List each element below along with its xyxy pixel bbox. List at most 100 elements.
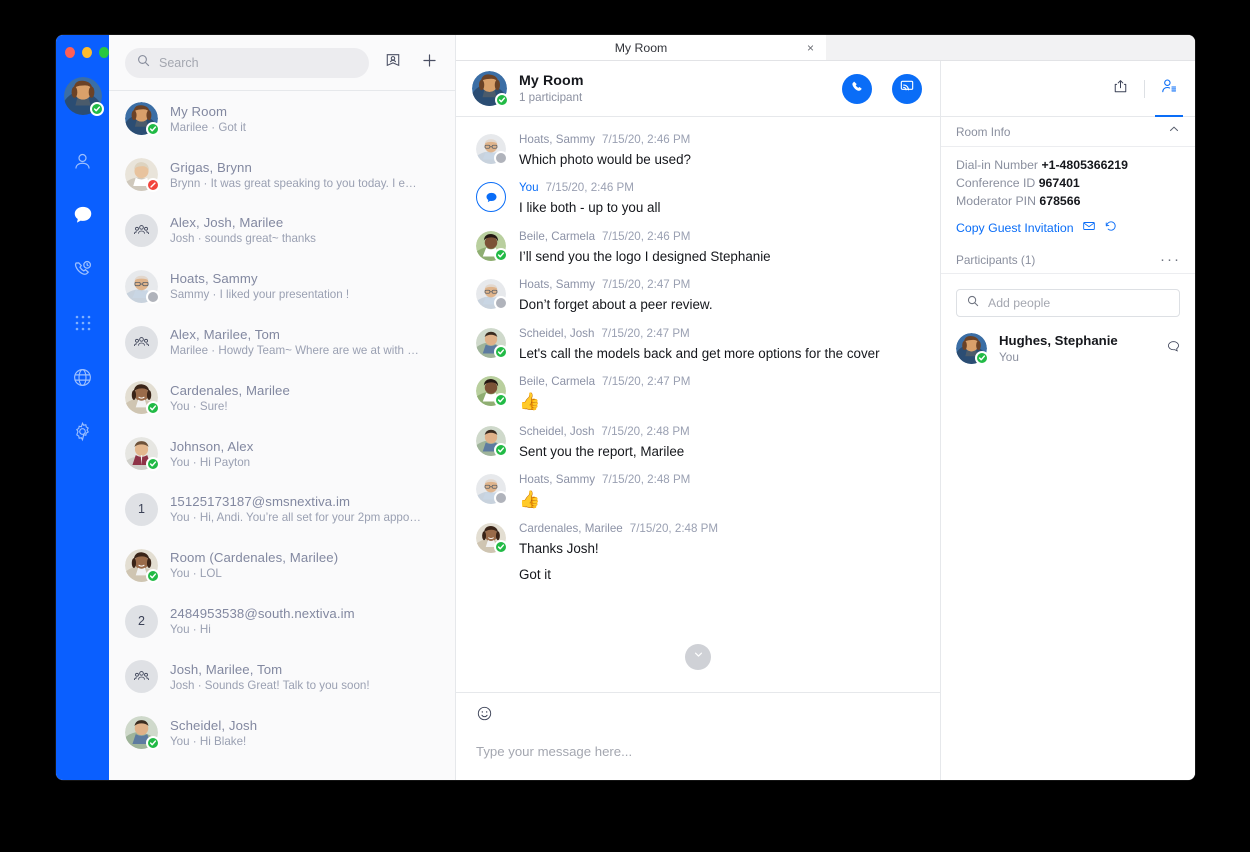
message-time: 7/15/20, 2:46 PM bbox=[602, 229, 691, 243]
list-item-title: Josh, Marilee, Tom bbox=[170, 661, 283, 677]
participant-text: Hughes, Stephanie You bbox=[999, 333, 1118, 364]
sidebar-item-dialpad[interactable] bbox=[63, 307, 103, 339]
new-conversation-button[interactable] bbox=[417, 51, 441, 75]
message-text: I like both - up to you all bbox=[519, 200, 661, 216]
message-time: 7/15/20, 2:48 PM bbox=[601, 424, 690, 438]
participants-list-icon bbox=[1160, 77, 1178, 100]
scroll-to-bottom-button[interactable] bbox=[685, 644, 711, 670]
list-item-title: My Room bbox=[170, 103, 228, 119]
start-call-button[interactable] bbox=[842, 73, 872, 104]
sidebar-item-chat[interactable] bbox=[63, 199, 103, 231]
search-input[interactable] bbox=[159, 55, 357, 70]
sidebar-item-settings[interactable] bbox=[63, 415, 103, 447]
chevron-up-icon[interactable] bbox=[1167, 122, 1181, 141]
room-info-row: Moderator PIN 678566 bbox=[956, 194, 1180, 208]
message-body: Hoats, Sammy 7/15/20, 2:47 PM Don’t forge… bbox=[519, 278, 922, 314]
tab-bar-empty bbox=[826, 35, 1195, 60]
room-info-rows: Dial-in Number +1-4805366219 Conference I… bbox=[956, 158, 1180, 208]
message-author: Scheidel, Josh bbox=[519, 326, 595, 340]
message-time: 7/15/20, 2:48 PM bbox=[602, 473, 691, 487]
add-people-input[interactable] bbox=[988, 296, 1169, 310]
minimize-window-button[interactable] bbox=[82, 47, 92, 58]
chat-avatar bbox=[472, 71, 509, 107]
status-badge-available bbox=[975, 351, 989, 365]
list-item[interactable]: Grigas, Brynn Brynn · It was great speak… bbox=[109, 147, 455, 203]
copy-guest-invitation[interactable]: Copy Guest Invitation bbox=[956, 219, 1180, 236]
list-item-title: Alex, Marilee, Tom bbox=[170, 327, 281, 343]
participants-overflow-button[interactable]: ··· bbox=[1160, 252, 1181, 267]
message-list[interactable]: Hoats, Sammy 7/15/20, 2:46 PM Which photo… bbox=[456, 117, 940, 692]
plus-icon bbox=[421, 52, 438, 74]
person-icon bbox=[72, 151, 93, 172]
avatar bbox=[125, 716, 160, 751]
list-item-subtitle: You · Hi, Andi. You’re all set for your … bbox=[170, 511, 421, 525]
list-item-text: Alex, Josh, Marilee Josh · sounds great~… bbox=[170, 215, 443, 245]
message-input[interactable] bbox=[476, 744, 922, 759]
list-item-subtitle: You · LOL bbox=[170, 567, 222, 581]
search-box[interactable] bbox=[125, 47, 369, 78]
message-meta: Hoats, Sammy 7/15/20, 2:48 PM bbox=[519, 473, 922, 486]
message-time: 7/15/20, 2:47 PM bbox=[602, 278, 691, 292]
list-item[interactable]: 2 2484953538@south.nextiva.im You · Hi bbox=[109, 593, 455, 649]
room-panel-toolbar bbox=[941, 61, 1195, 117]
list-item-title: Grigas, Brynn bbox=[170, 159, 252, 175]
list-item[interactable]: Alex, Josh, Marilee Josh · sounds great~… bbox=[109, 203, 455, 259]
room-info-header[interactable]: Room Info bbox=[941, 117, 1195, 147]
participant-role: You bbox=[999, 350, 1019, 364]
message-time: 7/15/20, 2:48 PM bbox=[629, 522, 719, 536]
list-item-subtitle: Josh · sounds great~ thanks bbox=[170, 232, 316, 246]
message: Cardenales, Marilee 7/15/20, 2:48 PM Than… bbox=[456, 516, 940, 590]
status-badge-available bbox=[146, 568, 160, 583]
add-people-box[interactable] bbox=[956, 289, 1180, 317]
list-item-subtitle: Marilee · Howdy Team~ Where are we at wi… bbox=[170, 344, 419, 358]
list-item[interactable]: Johnson, Alex You · Hi Payton bbox=[109, 426, 455, 482]
user-avatar[interactable] bbox=[63, 77, 104, 116]
list-item[interactable]: My Room Marilee · Got it bbox=[109, 91, 455, 147]
share-button[interactable] bbox=[1108, 77, 1132, 101]
reset-icon[interactable] bbox=[1104, 219, 1118, 236]
message-body: Scheidel, Josh 7/15/20, 2:47 PM Let's cal… bbox=[519, 327, 922, 363]
list-item[interactable]: Alex, Marilee, Tom Marilee · Howdy Team~… bbox=[109, 314, 455, 370]
chat-bubble-outline-icon[interactable] bbox=[1166, 339, 1181, 359]
conversation-list[interactable]: My Room Marilee · Got it Grigas, Brynn B… bbox=[109, 90, 455, 780]
message-composer bbox=[456, 692, 940, 780]
emoji-smiley-icon[interactable] bbox=[476, 705, 493, 727]
message-author: Cardenales, Marilee bbox=[519, 522, 623, 536]
sidebar-item-calls[interactable] bbox=[63, 253, 103, 285]
message-body: Scheidel, Josh 7/15/20, 2:48 PM Sent you … bbox=[519, 425, 922, 461]
close-icon[interactable]: × bbox=[807, 42, 814, 54]
list-item[interactable]: Hoats, Sammy Sammy · I liked your presen… bbox=[109, 258, 455, 314]
status-badge-available bbox=[494, 247, 508, 262]
message-time: 7/15/20, 2:47 PM bbox=[602, 375, 691, 389]
message: Hoats, Sammy 7/15/20, 2:47 PM Don’t forge… bbox=[456, 272, 940, 320]
list-item[interactable]: Cardenales, Marilee You · Sure! bbox=[109, 370, 455, 426]
page-title: My Room bbox=[519, 73, 584, 89]
envelope-icon[interactable] bbox=[1082, 219, 1096, 236]
sidebar-item-contacts[interactable] bbox=[63, 145, 103, 177]
room-info-title: Room Info bbox=[956, 124, 1011, 139]
status-badge-available bbox=[494, 393, 508, 408]
avatar bbox=[125, 548, 160, 583]
globe-icon bbox=[72, 367, 93, 388]
list-item[interactable]: 1 15125173187@smsnextiva.im You · Hi, An… bbox=[109, 482, 455, 538]
list-item[interactable]: Josh, Marilee, Tom Josh · Sounds Great! … bbox=[109, 649, 455, 705]
participant-name: Hughes, Stephanie bbox=[999, 333, 1118, 348]
close-window-button[interactable] bbox=[65, 47, 75, 58]
list-item[interactable]: Room (Cardenales, Marilee) You · LOL bbox=[109, 537, 455, 593]
participant-row[interactable]: Hughes, Stephanie You bbox=[941, 333, 1195, 365]
status-badge-available bbox=[494, 540, 508, 555]
list-item[interactable]: Scheidel, Josh You · Hi Blake! bbox=[109, 705, 455, 761]
message-text: I’ll send you the logo I designed Stepha… bbox=[519, 248, 771, 264]
message-avatar bbox=[476, 182, 506, 213]
sidebar-item-web[interactable] bbox=[63, 361, 103, 393]
share-screen-button[interactable] bbox=[892, 73, 922, 104]
rail-nav bbox=[56, 145, 109, 447]
tab-label: My Room bbox=[614, 40, 668, 55]
zoom-window-button[interactable] bbox=[99, 47, 109, 58]
tab-my-room[interactable]: My Room × bbox=[456, 35, 826, 60]
avatar bbox=[125, 325, 158, 359]
message: Hoats, Sammy 7/15/20, 2:48 PM 👍 bbox=[456, 467, 940, 516]
participants-tab-button[interactable] bbox=[1155, 77, 1183, 117]
message-meta: You 7/15/20, 2:46 PM bbox=[519, 181, 922, 194]
contact-card-button[interactable] bbox=[381, 51, 405, 75]
